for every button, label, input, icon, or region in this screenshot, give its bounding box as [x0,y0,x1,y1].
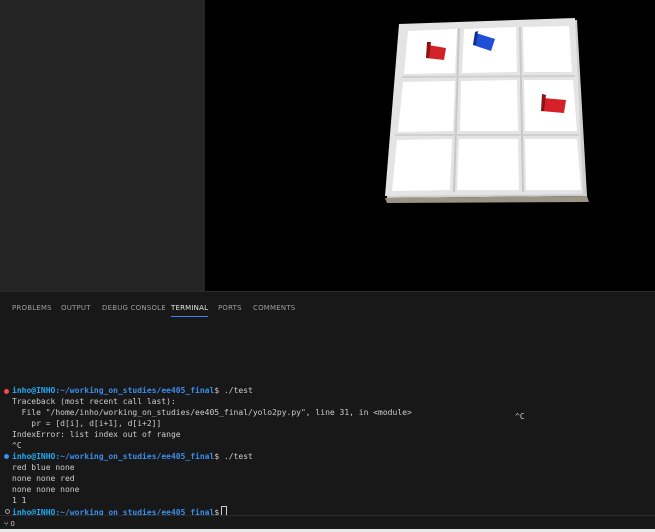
terminal[interactable]: ^C inho@INHO:~/working_on_studies/ee405_… [0,326,655,521]
terminal-output-line: none none red [12,474,75,483]
bottom-panel: PROBLEMS OUTPUT DEBUG CONSOLE TERMINAL P… [0,291,655,532]
terminal-output-line: none none none [12,485,80,494]
terminal-output-line: ^C [12,441,22,450]
terminal-floating-text: ^C [515,412,525,421]
terminal-output-line: 1 1 [12,496,27,505]
status-ports-count[interactable]: ⑂ 0 [4,520,15,528]
error-status-icon[interactable] [4,389,9,394]
terminal-output-line: pr = [d[i], d[i+1], d[i+2]] [12,419,162,428]
tab-terminal[interactable]: TERMINAL [171,304,209,317]
tab-output[interactable]: OUTPUT [61,304,91,312]
panel-tabs: PROBLEMS OUTPUT DEBUG CONSOLE TERMINAL P… [0,292,655,326]
tic-tac-toe-board-image [385,18,589,203]
success-status-icon[interactable] [4,454,9,459]
terminal-output-line: Traceback (most recent call last): [12,397,176,406]
tab-ports[interactable]: PORTS [218,304,242,312]
tab-comments[interactable]: COMMENTS [253,304,295,312]
terminal-output-line: red blue none [12,463,75,472]
sidebar-pane [0,0,205,291]
tab-problems[interactable]: PROBLEMS [12,304,52,312]
terminal-output-line: IndexError: list index out of range [12,430,181,439]
tab-debug-console[interactable]: DEBUG CONSOLE [102,304,166,312]
empty-status-icon[interactable] [5,509,10,514]
terminal-prompt-line: inho@INHO:~/working_on_studies/ee405_fin… [12,452,253,461]
window: PROBLEMS OUTPUT DEBUG CONSOLE TERMINAL P… [0,0,655,532]
terminal-prompt-line: inho@INHO:~/working_on_studies/ee405_fin… [12,386,253,395]
camera-image [205,0,655,291]
terminal-output-line: File "/home/inho/working_on_studies/ee40… [12,408,412,417]
